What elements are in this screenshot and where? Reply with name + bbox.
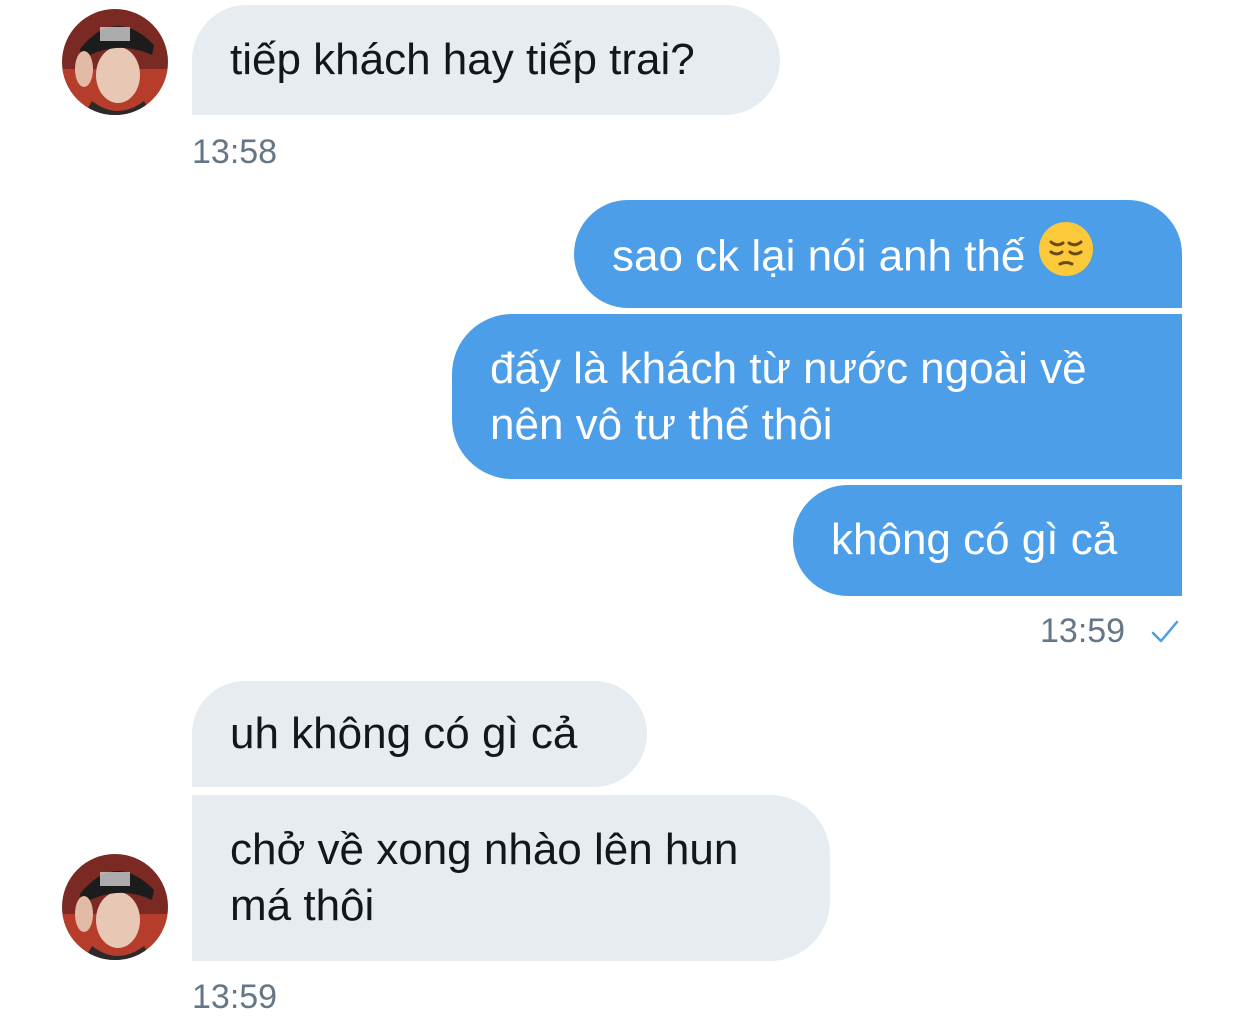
message-text: uh không có gì cả bbox=[230, 709, 578, 758]
message-timestamp: 13:58 bbox=[192, 133, 278, 171]
message-text-line: má thôi bbox=[230, 881, 375, 930]
message-text-line: chở về xong nhào lên hun bbox=[230, 825, 739, 874]
profile-photo bbox=[62, 854, 168, 960]
message-timestamp: 13:59 bbox=[1040, 612, 1126, 650]
message-bubble-outgoing[interactable]: sao ck lại nói anh thế bbox=[574, 200, 1182, 308]
avatar[interactable] bbox=[62, 9, 168, 115]
message-bubble-outgoing[interactable]: không có gì cả bbox=[793, 485, 1182, 596]
avatar[interactable] bbox=[62, 854, 168, 960]
pensive-face-icon bbox=[1037, 220, 1095, 292]
message-text: tiếp khách hay tiếp trai? bbox=[230, 35, 695, 84]
profile-photo bbox=[62, 9, 168, 115]
message-bubble-incoming[interactable]: chở về xong nhào lên hun má thôi bbox=[192, 795, 830, 961]
message-timestamp: 13:59 bbox=[192, 978, 278, 1016]
message-bubble-incoming[interactable]: uh không có gì cả bbox=[192, 681, 647, 787]
message-text: không có gì cả bbox=[831, 515, 1118, 564]
check-icon bbox=[1151, 620, 1179, 643]
message-text-line: đấy là khách từ nước ngoài về bbox=[490, 344, 1087, 393]
message-text-line: nên vô tư thế thôi bbox=[490, 400, 833, 449]
message-text: sao ck lại nói anh thế bbox=[612, 231, 1026, 281]
message-bubble-incoming[interactable]: tiếp khách hay tiếp trai? bbox=[192, 5, 780, 115]
message-bubble-outgoing[interactable]: đấy là khách từ nước ngoài về nên vô tư … bbox=[452, 314, 1182, 479]
